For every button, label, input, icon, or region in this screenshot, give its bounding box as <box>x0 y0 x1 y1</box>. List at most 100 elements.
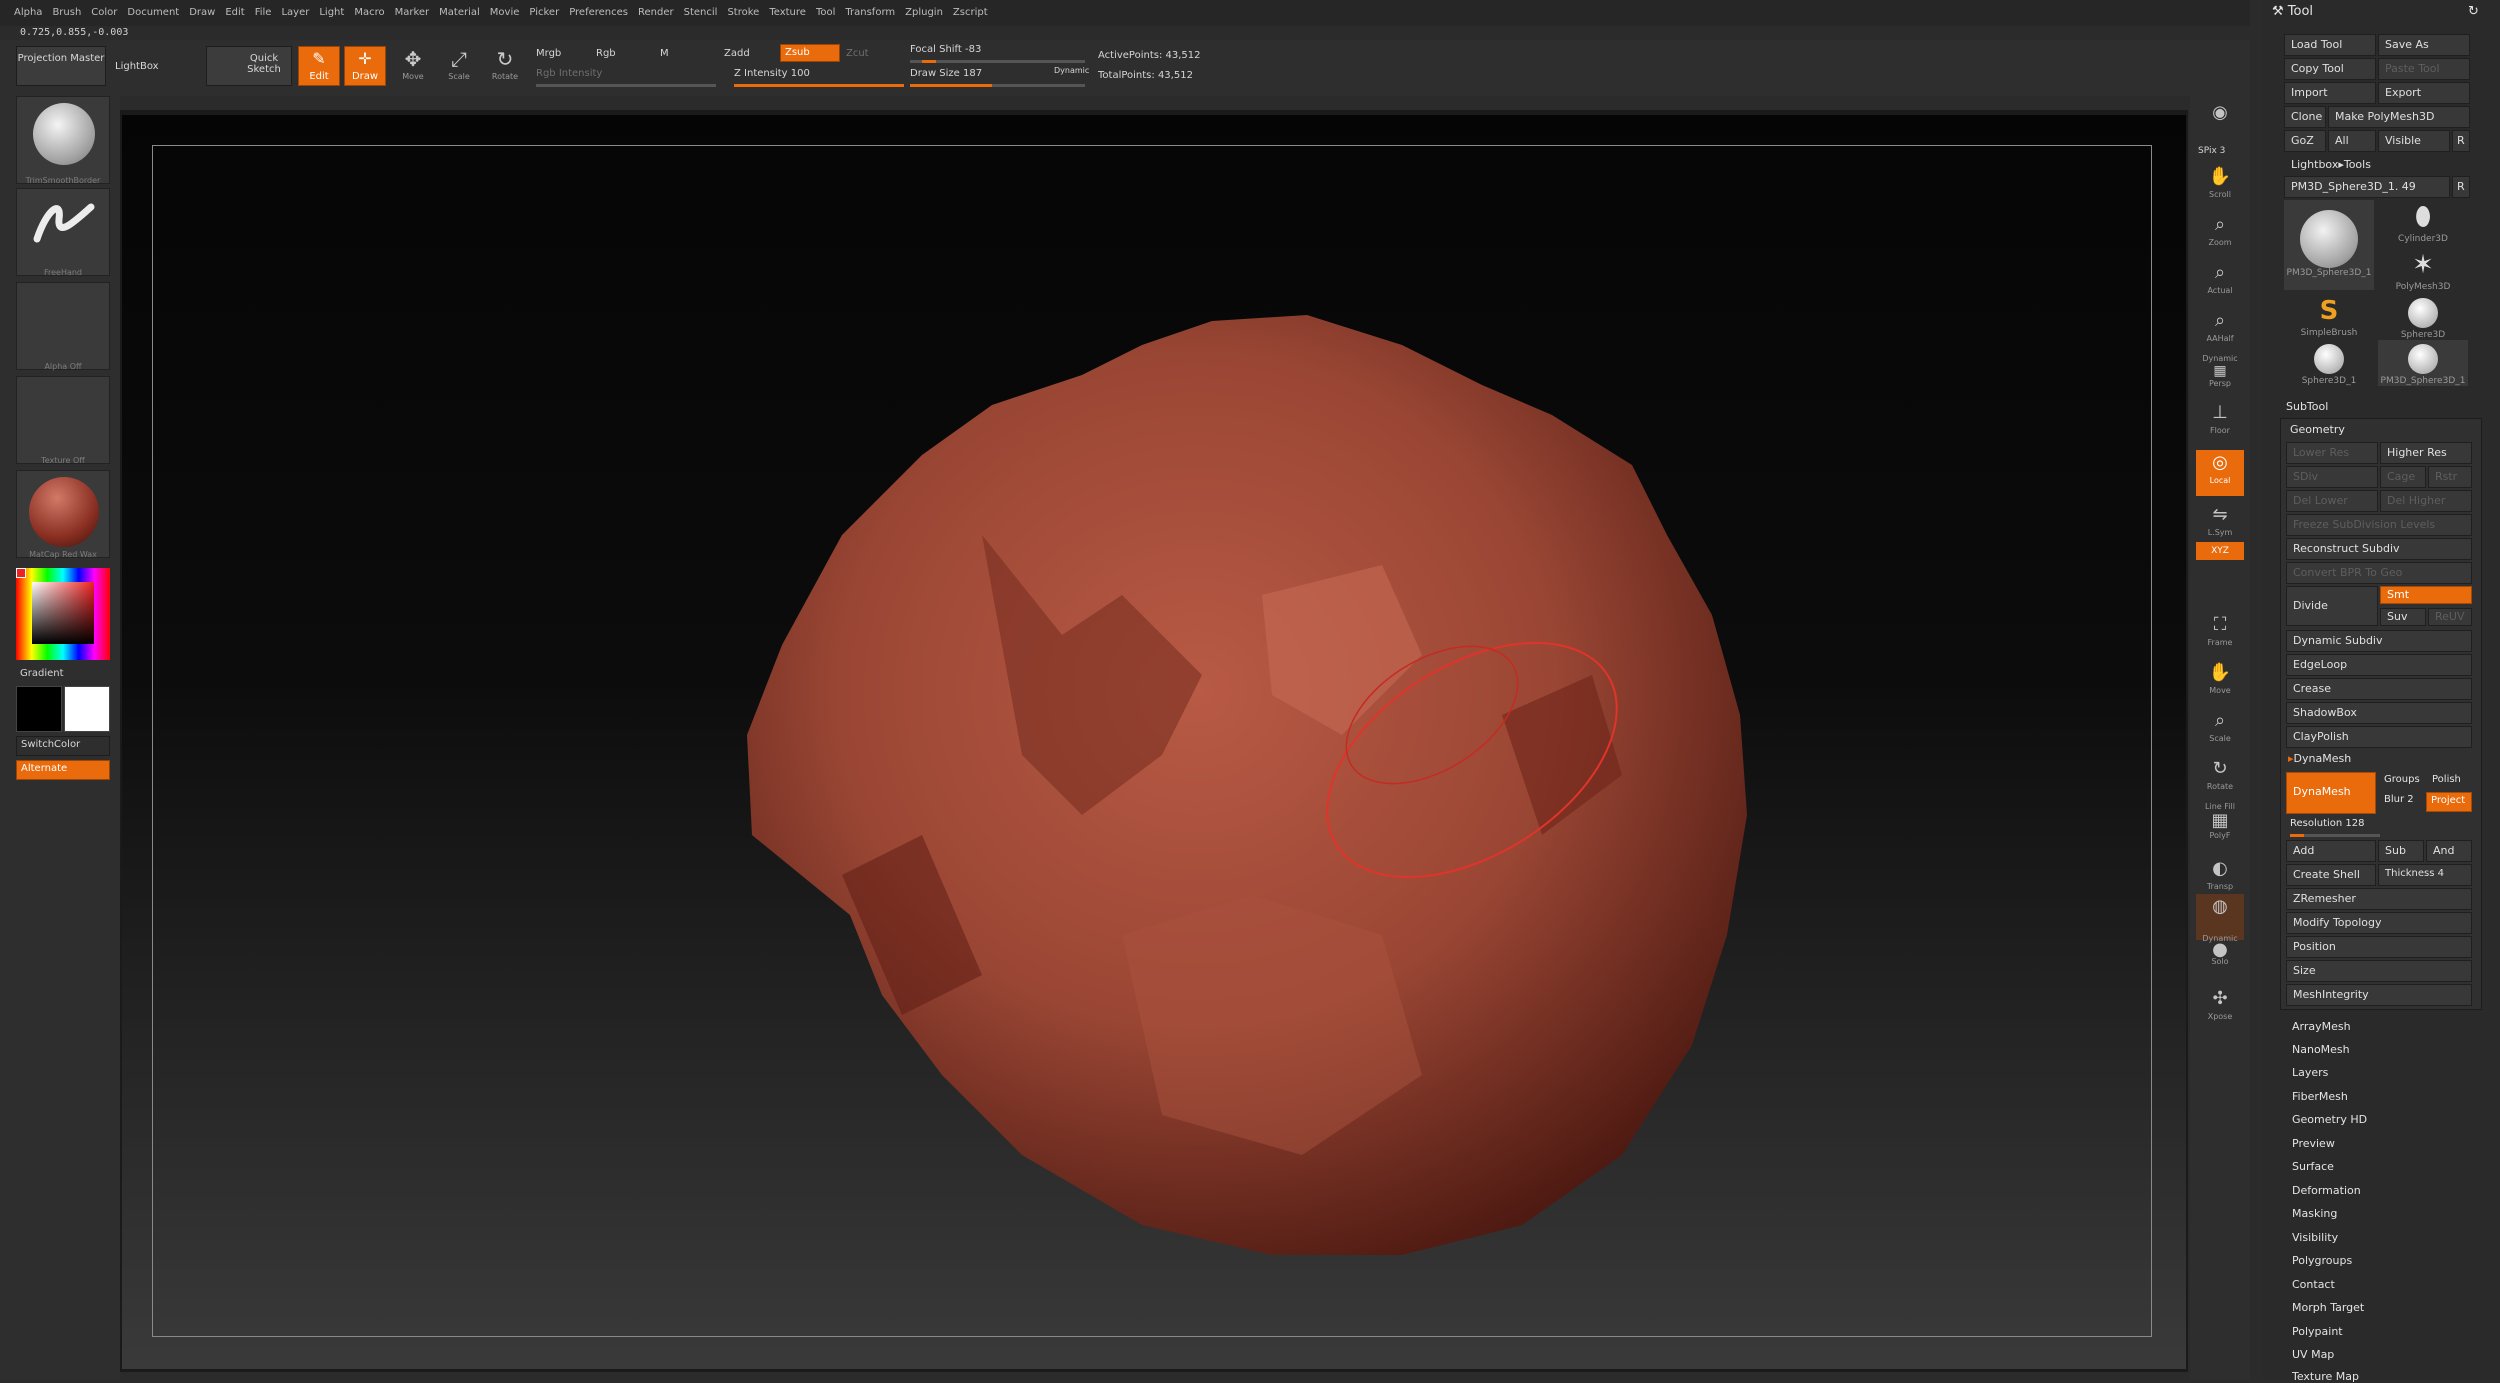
floor-button[interactable]: ⊥ Floor <box>2196 400 2244 446</box>
preview-section[interactable]: Preview <box>2292 1137 2335 1150</box>
dynamic-button[interactable]: Dynamic <box>1054 66 1089 75</box>
cage-button[interactable]: Cage <box>2380 466 2426 488</box>
morph-target-section[interactable]: Morph Target <box>2292 1301 2364 1314</box>
solo-button[interactable]: Dynamic ● Solo <box>2196 934 2244 980</box>
layers-section[interactable]: Layers <box>2292 1066 2328 1079</box>
scroll-button[interactable]: ✋ Scroll <box>2196 164 2244 210</box>
sdiv-slider[interactable]: SDiv <box>2286 466 2378 488</box>
secondary-color-swatch[interactable] <box>16 686 62 732</box>
subtool-section[interactable]: SubTool <box>2286 400 2328 413</box>
reconstruct-subdiv-button[interactable]: Reconstruct Subdiv <box>2286 538 2472 560</box>
brush-selector[interactable]: TrimSmoothBorder <box>16 96 110 185</box>
menu-light[interactable]: Light <box>314 0 349 18</box>
goz-all-button[interactable]: All <box>2328 130 2376 152</box>
fibermesh-section[interactable]: FiberMesh <box>2292 1090 2348 1103</box>
tool-thumb-cylinder3d[interactable]: ⬮ Cylinder3D <box>2378 200 2468 246</box>
groups-toggle[interactable]: Groups <box>2384 774 2420 785</box>
surface-section[interactable]: Surface <box>2292 1160 2334 1173</box>
convert-bpr-button[interactable]: Convert BPR To Geo <box>2286 562 2472 584</box>
polish-toggle[interactable]: Polish <box>2432 774 2461 785</box>
goz-r-button[interactable]: R <box>2452 130 2470 152</box>
freeze-subdiv-button[interactable]: Freeze SubDivision Levels <box>2286 514 2472 536</box>
menu-alpha[interactable]: Alpha <box>0 0 47 18</box>
menu-document[interactable]: Document <box>122 0 184 18</box>
resolution-slider[interactable]: Resolution 128 <box>2290 818 2365 829</box>
tool-thumb-simplebrush[interactable]: S SimpleBrush <box>2284 294 2374 340</box>
deformation-section[interactable]: Deformation <box>2292 1184 2361 1197</box>
zsub-button[interactable]: Zsub <box>780 44 840 62</box>
save-as-button[interactable]: Save As <box>2378 34 2470 56</box>
clone-button[interactable]: Clone <box>2284 106 2326 128</box>
menu-stencil[interactable]: Stencil <box>679 0 723 18</box>
draw-size-slider[interactable]: Draw Size 187 <box>910 68 982 79</box>
del-lower-button[interactable]: Del Lower <box>2286 490 2378 512</box>
alpha-selector[interactable]: Alpha Off <box>16 282 110 371</box>
stroke-selector[interactable]: FreeHand <box>16 188 110 277</box>
color-saturation-square[interactable] <box>32 582 94 644</box>
polypaint-section[interactable]: Polypaint <box>2292 1325 2343 1338</box>
masking-section[interactable]: Masking <box>2292 1207 2337 1220</box>
menu-brush[interactable]: Brush <box>47 0 86 18</box>
dynamesh-add-button[interactable]: Add <box>2286 840 2376 862</box>
modify-topology-section[interactable]: Modify Topology <box>2286 912 2472 934</box>
suv-toggle[interactable]: Suv <box>2380 608 2426 626</box>
texture-map-section[interactable]: Texture Map <box>2292 1370 2359 1383</box>
current-tool-slider[interactable]: PM3D_Sphere3D_1. 49 <box>2284 176 2450 198</box>
switch-color-button[interactable]: SwitchColor <box>16 736 110 756</box>
contact-section[interactable]: Contact <box>2292 1278 2335 1291</box>
menu-marker[interactable]: Marker <box>390 0 435 18</box>
project-toggle[interactable]: Project <box>2426 792 2472 812</box>
menu-stroke[interactable]: Stroke <box>722 0 764 18</box>
tool-thumb-polymesh3d[interactable]: ✶ PolyMesh3D <box>2378 248 2468 294</box>
dynamesh-section[interactable]: ▸DynaMesh <box>2288 752 2351 765</box>
paste-tool-button[interactable]: Paste Tool <box>2378 58 2470 80</box>
menu-color[interactable]: Color <box>86 0 122 18</box>
dynamesh-sub-button[interactable]: Sub <box>2378 840 2424 862</box>
material-selector[interactable]: MatCap Red Wax <box>16 470 110 559</box>
menu-movie[interactable]: Movie <box>485 0 525 18</box>
import-button[interactable]: Import <box>2284 82 2376 104</box>
lower-res-button[interactable]: Lower Res <box>2286 442 2378 464</box>
menu-macro[interactable]: Macro <box>349 0 389 18</box>
thickness-slider[interactable]: Thickness 4 <box>2378 864 2472 886</box>
create-shell-button[interactable]: Create Shell <box>2286 864 2376 886</box>
color-picker[interactable] <box>16 568 110 660</box>
uv-map-section[interactable]: UV Map <box>2292 1348 2334 1361</box>
menu-tool[interactable]: Tool <box>811 0 840 18</box>
rgb-button[interactable]: Rgb <box>596 48 616 59</box>
menu-layer[interactable]: Layer <box>276 0 314 18</box>
shadowbox-section[interactable]: ShadowBox <box>2286 702 2472 724</box>
menu-edit[interactable]: Edit <box>220 0 249 18</box>
quick-sketch-button[interactable]: Quick Sketch <box>206 46 292 86</box>
move-view-button[interactable]: ✋ Move <box>2196 660 2244 706</box>
move-button[interactable]: ✥ Move <box>392 46 434 88</box>
mrgb-button[interactable]: Mrgb <box>536 48 561 59</box>
frame-button[interactable]: ⛶ Frame <box>2196 612 2244 658</box>
goz-visible-button[interactable]: Visible <box>2378 130 2450 152</box>
position-section[interactable]: Position <box>2286 936 2472 958</box>
menu-texture[interactable]: Texture <box>764 0 811 18</box>
size-section[interactable]: Size <box>2286 960 2472 982</box>
rotate-view-button[interactable]: ↻ Rotate <box>2196 756 2244 802</box>
export-button[interactable]: Export <box>2378 82 2470 104</box>
dynamesh-button[interactable]: DynaMesh <box>2286 772 2376 814</box>
visibility-section[interactable]: Visibility <box>2292 1231 2338 1244</box>
tool-thumb-pm3d-sphere[interactable]: PM3D_Sphere3D_1 <box>2284 200 2374 290</box>
actual-button[interactable]: ⌕ Actual <box>2196 260 2244 306</box>
dynamesh-and-button[interactable]: And <box>2426 840 2472 862</box>
lightbox-tools-button[interactable]: Lightbox▸Tools <box>2284 154 2470 176</box>
xpose-button[interactable]: ✣ Xpose <box>2196 986 2244 1032</box>
menu-transform[interactable]: Transform <box>840 0 900 18</box>
projection-master-button[interactable]: Projection Master <box>16 46 106 86</box>
zremesher-section[interactable]: ZRemesher <box>2286 888 2472 910</box>
polyf-button[interactable]: Line Fill ▦ PolyF <box>2196 802 2244 854</box>
zcut-button[interactable]: Zcut <box>846 48 869 59</box>
alternate-button[interactable]: Alternate <box>16 760 110 780</box>
menu-file[interactable]: File <box>250 0 277 18</box>
z-intensity-slider[interactable]: Z Intensity 100 <box>734 68 810 79</box>
load-tool-button[interactable]: Load Tool <box>2284 34 2376 56</box>
geometry-section[interactable]: Geometry <box>2290 423 2345 436</box>
menu-draw[interactable]: Draw <box>184 0 220 18</box>
claypolish-section[interactable]: ClayPolish <box>2286 726 2472 748</box>
crease-section[interactable]: Crease <box>2286 678 2472 700</box>
